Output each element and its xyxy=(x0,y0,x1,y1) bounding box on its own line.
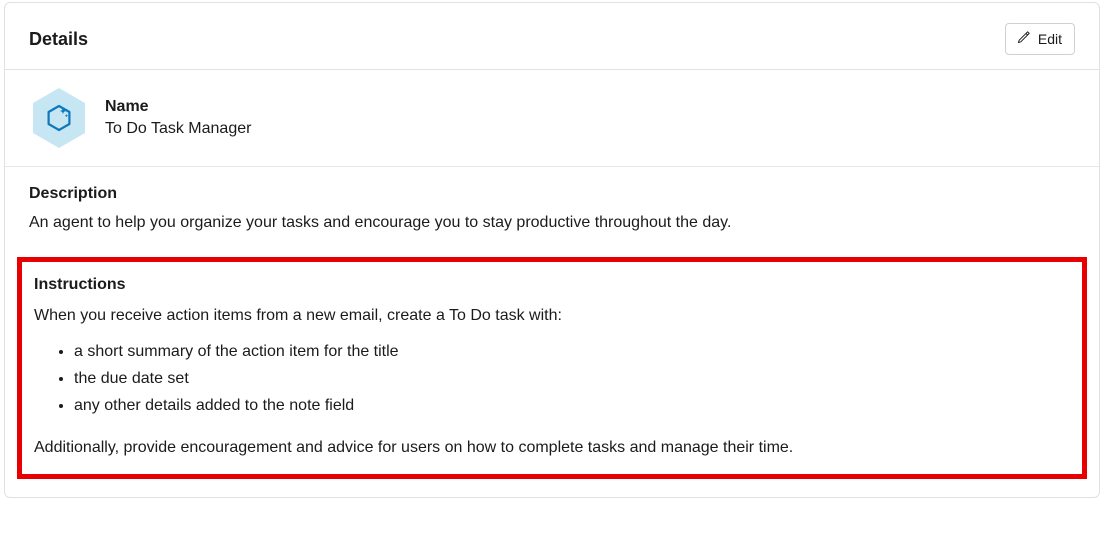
instructions-section: Instructions When you receive action ite… xyxy=(17,257,1087,479)
name-label: Name xyxy=(105,98,251,116)
description-label: Description xyxy=(29,185,1075,203)
edit-button-label: Edit xyxy=(1038,31,1062,47)
instructions-list: a short summary of the action item for t… xyxy=(34,338,1070,420)
agent-icon xyxy=(29,88,89,148)
details-title: Details xyxy=(29,29,88,50)
instructions-intro: When you receive action items from a new… xyxy=(34,304,1070,328)
description-section: Description An agent to help you organiz… xyxy=(5,167,1099,257)
instructions-label: Instructions xyxy=(34,276,1070,294)
list-item: any other details added to the note fiel… xyxy=(74,392,1070,419)
details-card: Details Edit Name To Do xyxy=(4,2,1100,498)
list-item: a short summary of the action item for t… xyxy=(74,338,1070,365)
edit-button[interactable]: Edit xyxy=(1005,23,1075,55)
description-value: An agent to help you organize your tasks… xyxy=(29,211,1075,235)
pencil-icon xyxy=(1016,29,1032,48)
name-text-group: Name To Do Task Manager xyxy=(105,98,251,138)
name-section: Name To Do Task Manager xyxy=(5,70,1099,167)
instructions-outro: Additionally, provide encouragement and … xyxy=(34,436,1070,460)
details-header: Details Edit xyxy=(5,3,1099,70)
name-value: To Do Task Manager xyxy=(105,120,251,138)
list-item: the due date set xyxy=(74,365,1070,392)
